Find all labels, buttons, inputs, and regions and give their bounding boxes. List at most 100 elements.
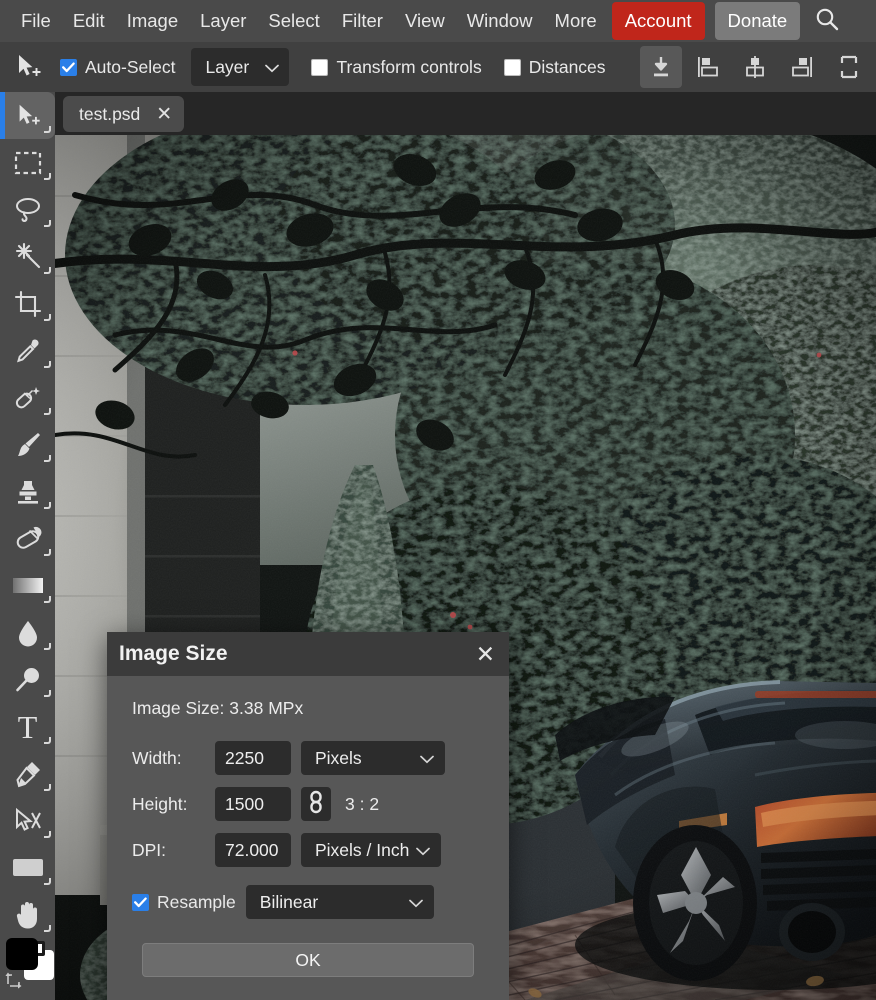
image-size-info: Image Size: 3.38 MPx [132,698,491,719]
tool-group-corner-icon [44,220,51,227]
aspect-ratio-lock-button[interactable] [301,787,331,821]
height-row: Height: 1500 3 : 2 [125,787,491,821]
width-row: Width: 2250 Pixels [125,741,491,775]
tool-group-corner-icon [44,737,51,744]
width-input[interactable]: 2250 [215,741,291,775]
menu-item-more[interactable]: More [544,5,608,38]
tab-bar: test.psd ✕ [55,92,876,135]
clone-stamp-tool[interactable] [0,468,55,515]
rectangular-marquee-tool[interactable] [0,139,55,186]
tool-palette: T [0,92,55,1000]
transform-controls-label: Transform controls [336,57,481,78]
width-label: Width: [125,748,215,769]
tab-label: test.psd [79,104,140,125]
shape-tool[interactable] [0,844,55,891]
pen-tool[interactable] [0,750,55,797]
align-button-group [640,46,876,88]
search-button[interactable] [814,6,840,37]
eraser-tool[interactable] [0,515,55,562]
resample-label: Resample [157,892,236,913]
menu-bar: File Edit Image Layer Select Filter View… [0,0,876,42]
resample-method-value: Bilinear [260,892,318,913]
chevron-down-icon [420,748,434,769]
resample-row: Resample Bilinear [132,885,491,919]
checkbox-box [504,59,521,76]
tool-group-corner-icon [44,361,51,368]
distances-label: Distances [529,57,606,78]
distribute-vertical-spacing-icon[interactable] [828,46,870,88]
width-unit-value: Pixels [315,748,362,769]
resample-checkbox[interactable] [132,894,149,911]
align-distribute-vertical-icon[interactable] [640,46,682,88]
swap-colors-icon[interactable] [4,970,24,990]
path-selection-tool[interactable] [0,797,55,844]
menu-item-select[interactable]: Select [257,5,330,38]
dialog-body: Image Size: 3.38 MPx Width: 2250 Pixels … [107,676,509,977]
eyedropper-tool[interactable] [0,327,55,374]
ok-button[interactable]: OK [142,943,474,977]
healing-brush-tool[interactable] [0,374,55,421]
account-button[interactable]: Account [612,2,705,40]
color-swatches [4,936,54,994]
transform-controls-checkbox[interactable]: Transform controls [311,57,481,78]
dpi-row: DPI: 72.000 Pixels / Inch [125,833,491,867]
align-center-vertical-icon[interactable] [734,46,776,88]
tool-group-corner-icon [44,831,51,838]
dpi-unit-dropdown[interactable]: Pixels / Inch [301,833,441,867]
dialog-title-bar[interactable]: Image Size ✕ [107,632,509,676]
foreground-color-swatch[interactable] [6,938,38,970]
move-tool-icon [6,45,50,89]
gradient-tool[interactable] [0,562,55,609]
tool-group-corner-icon [44,502,51,509]
align-bottom-right-icon[interactable] [781,46,823,88]
menu-item-filter[interactable]: Filter [331,5,394,38]
magic-wand-tool[interactable] [0,233,55,280]
distances-checkbox[interactable]: Distances [504,57,606,78]
image-size-dialog: Image Size ✕ Image Size: 3.38 MPx Width:… [107,632,509,1000]
tool-group-corner-icon [44,314,51,321]
tool-group-corner-icon [44,455,51,462]
donate-button[interactable]: Donate [715,2,801,40]
type-tool[interactable]: T [0,703,55,750]
tab-test-psd[interactable]: test.psd ✕ [63,96,184,132]
align-bottom-left-icon[interactable] [687,46,729,88]
tool-group-corner-icon [44,878,51,885]
tool-group-corner-icon [44,126,51,133]
checkbox-box [60,59,77,76]
close-icon[interactable]: ✕ [156,105,172,124]
dodge-tool[interactable] [0,656,55,703]
chevron-down-icon [265,57,279,78]
tool-group-corner-icon [44,690,51,697]
height-input[interactable]: 1500 [215,787,291,821]
menu-item-image[interactable]: Image [116,5,189,38]
hand-tool[interactable] [0,891,55,938]
chevron-down-icon [409,892,423,913]
dpi-label: DPI: [125,840,215,861]
move-tool[interactable] [0,92,55,139]
chain-link-icon [307,790,325,819]
dialog-title: Image Size [119,642,228,666]
menu-item-window[interactable]: Window [456,5,544,38]
menu-item-view[interactable]: View [394,5,456,38]
crop-tool[interactable] [0,280,55,327]
lasso-tool[interactable] [0,186,55,233]
width-unit-dropdown[interactable]: Pixels [301,741,445,775]
resample-method-dropdown[interactable]: Bilinear [246,885,434,919]
tool-group-corner-icon [44,784,51,791]
dpi-unit-value: Pixels / Inch [315,840,409,861]
tool-group-corner-icon [44,925,51,932]
menu-item-file[interactable]: File [10,5,62,38]
menu-item-edit[interactable]: Edit [62,5,116,38]
blur-tool[interactable] [0,609,55,656]
tool-group-corner-icon [44,596,51,603]
options-bar: Auto-Select Layer Transform controls Dis… [0,42,876,92]
close-icon[interactable]: ✕ [476,643,495,666]
tool-group-corner-icon [44,643,51,650]
brush-tool[interactable] [0,421,55,468]
auto-select-checkbox[interactable]: Auto-Select [60,57,175,78]
dpi-input[interactable]: 72.000 [215,833,291,867]
aspect-ratio-label: 3 : 2 [345,794,379,815]
menu-item-layer[interactable]: Layer [189,5,257,38]
layer-scope-value: Layer [205,57,249,78]
layer-scope-dropdown[interactable]: Layer [191,48,289,86]
